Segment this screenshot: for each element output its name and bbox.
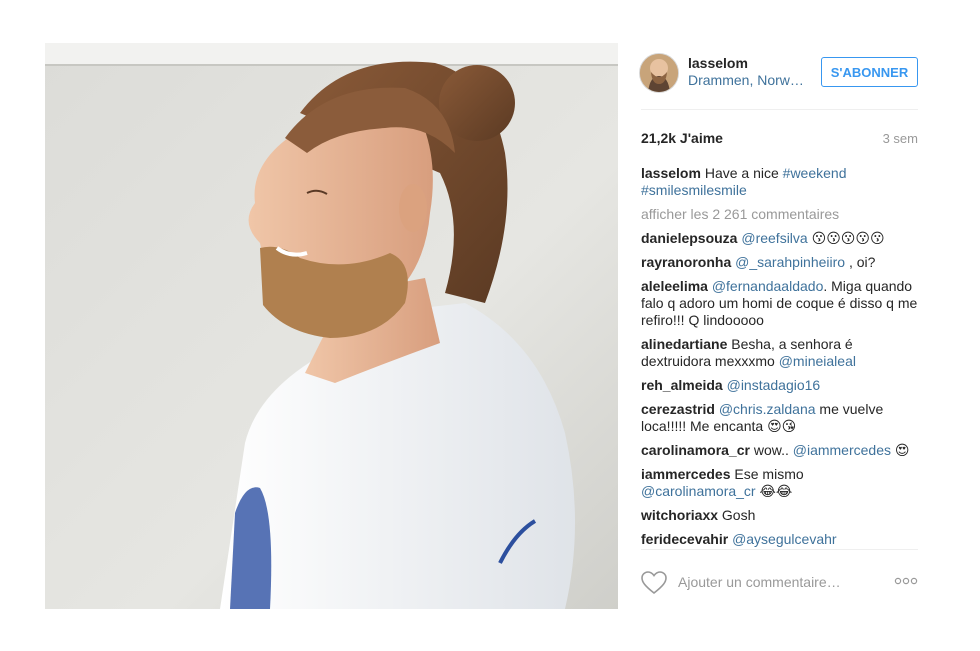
- show-all-comments-link[interactable]: afficher les 2 261 commentaires: [641, 206, 918, 223]
- comment-text: Gosh: [721, 507, 756, 523]
- caption-hashtag[interactable]: #weekend: [783, 165, 847, 181]
- comment-item: danielepsouza @reefsilva 😗😗😗😗😗: [641, 230, 918, 247]
- follow-button[interactable]: S'ABONNER: [821, 57, 918, 87]
- post-sidebar: lasselom Drammen, Norw… S'ABONNER 21,2k …: [639, 43, 918, 609]
- comment-username[interactable]: iammercedes: [641, 466, 731, 482]
- comment-text: wow..: [753, 442, 793, 458]
- comment-username[interactable]: reh_almeida: [641, 377, 723, 393]
- comment-mention[interactable]: @instadagio16: [727, 377, 821, 393]
- comment-text: 😍: [891, 442, 910, 458]
- post-caption: lasselom Have a nice #weekend #smilesmil…: [641, 165, 918, 199]
- comment-item: iammercedes Ese mismo @carolinamora_cr 😂…: [641, 466, 918, 500]
- caption-username[interactable]: lasselom: [641, 165, 701, 181]
- post-header: lasselom Drammen, Norw… S'ABONNER: [639, 43, 918, 109]
- caption-text: Have a nice: [704, 165, 783, 181]
- comment-item: feridecevahir @aysegulcevahr: [641, 531, 918, 547]
- post-location[interactable]: Drammen, Norw…: [688, 72, 806, 88]
- comment-username[interactable]: aleleelima: [641, 278, 708, 294]
- comment-mention[interactable]: @reefsilva: [741, 230, 807, 246]
- add-comment-input[interactable]: [678, 574, 868, 590]
- comment-username[interactable]: rayranoronha: [641, 254, 731, 270]
- comment-item: cerezastrid @chris.zaldana me vuelve loc…: [641, 401, 918, 435]
- comment-mention[interactable]: @carolinamora_cr: [641, 483, 756, 499]
- comment-mention[interactable]: @chris.zaldana: [719, 401, 816, 417]
- avatar-image: [640, 54, 678, 92]
- post-photo[interactable]: [45, 43, 618, 609]
- post-username[interactable]: lasselom: [688, 55, 748, 71]
- comment-username[interactable]: carolinamora_cr: [641, 442, 750, 458]
- divider: [641, 109, 918, 110]
- comment-container: danielepsouza @reefsilva 😗😗😗😗😗 rayranoron…: [641, 230, 918, 547]
- comment-username[interactable]: feridecevahir: [641, 531, 728, 547]
- portrait-image: [45, 43, 618, 609]
- comment-text: Ese mismo: [734, 466, 804, 482]
- post-time[interactable]: 3 sem: [883, 131, 918, 146]
- comment-username[interactable]: danielepsouza: [641, 230, 737, 246]
- comment-mention[interactable]: @_sarahpinheiiro: [735, 254, 845, 270]
- comment-item: rayranoronha @_sarahpinheiiro , oi?: [641, 254, 918, 271]
- comment-username[interactable]: witchoriaxx: [641, 507, 718, 523]
- comment-item: carolinamora_cr wow.. @iammercedes 😍: [641, 442, 918, 459]
- comment-item: witchoriaxx Gosh: [641, 507, 918, 524]
- comment-mention[interactable]: @fernandaaldado: [712, 278, 824, 294]
- comment-mention[interactable]: @mineialeal: [779, 353, 856, 369]
- comment-item: reh_almeida @instadagio16: [641, 377, 918, 394]
- divider: [641, 549, 918, 550]
- more-options-icon[interactable]: [894, 577, 918, 585]
- comment-text: , oi?: [845, 254, 876, 270]
- heart-icon[interactable]: [641, 571, 667, 595]
- comment-mention[interactable]: @aysegulcevahr: [732, 531, 837, 547]
- comment-item: alinedartiane Besha, a senhora é dextrui…: [641, 336, 918, 370]
- comment-item: aleleelima @fernandaaldado. Miga quando …: [641, 278, 918, 329]
- caption-hashtag[interactable]: #smilesmilesmile: [641, 182, 747, 198]
- comment-username[interactable]: alinedartiane: [641, 336, 727, 352]
- comment-mention[interactable]: @iammercedes: [793, 442, 891, 458]
- like-count[interactable]: 21,2k J'aime: [641, 130, 723, 146]
- avatar[interactable]: [639, 53, 679, 93]
- comment-username[interactable]: cerezastrid: [641, 401, 715, 417]
- comment-text: 😂😂: [755, 483, 793, 499]
- comment-text: 😗😗😗😗😗: [807, 230, 885, 246]
- comment-footer: [641, 553, 918, 609]
- comments-list: lasselom Have a nice #weekend #smilesmil…: [641, 165, 918, 547]
